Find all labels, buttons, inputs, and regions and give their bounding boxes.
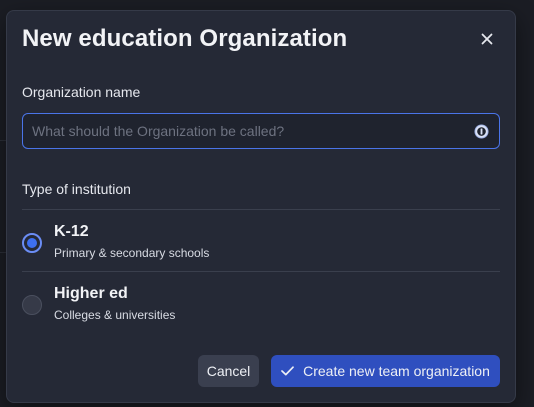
cancel-button[interactable]: Cancel — [198, 355, 259, 387]
option-subtitle: Colleges & universities — [54, 308, 176, 322]
check-icon — [281, 366, 294, 376]
organization-name-field-wrapper — [22, 113, 500, 149]
divider — [22, 271, 500, 272]
radio-button-checked[interactable] — [22, 233, 42, 253]
create-button-label: Create new team organization — [303, 363, 490, 379]
option-subtitle: Primary & secondary schools — [54, 246, 210, 260]
dialog-title: New education Organization — [22, 25, 348, 52]
institution-type-label: Type of institution — [22, 181, 131, 197]
new-organization-dialog: New education Organization Organization … — [6, 10, 516, 403]
option-title: K-12 — [54, 223, 89, 240]
radio-option-k12[interactable]: K-12 Primary & secondary schools — [22, 211, 500, 269]
divider — [22, 209, 500, 210]
option-title: Higher ed — [54, 285, 128, 302]
radio-option-higher-ed[interactable]: Higher ed Colleges & universities — [22, 273, 500, 331]
close-icon — [481, 33, 493, 45]
organization-name-label: Organization name — [22, 84, 141, 100]
close-button[interactable] — [477, 29, 497, 49]
password-manager-icon[interactable] — [474, 124, 489, 139]
organization-name-input[interactable] — [23, 114, 499, 148]
radio-button-unchecked[interactable] — [22, 295, 42, 315]
create-organization-button[interactable]: Create new team organization — [271, 355, 500, 387]
cancel-button-label: Cancel — [206, 363, 251, 379]
